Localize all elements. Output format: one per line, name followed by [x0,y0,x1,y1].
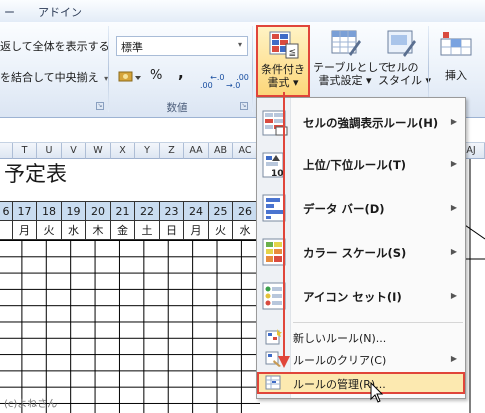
column-header[interactable]: V [62,143,86,159]
weekday-cell[interactable]: 火 [37,221,62,240]
weekday-cell[interactable]: 水 [62,221,86,240]
format-as-table-button[interactable]: テーブルとして 書式設定 ▾ [313,25,390,97]
format-as-table-icon [331,30,361,56]
tab-partial[interactable]: ー [4,4,15,20]
watermark: (c)よねさん [4,399,58,410]
shrink-to-fit-label: 返して全体を表示する [0,40,110,53]
increase-decimal-label: ←.0 .00 [200,73,225,90]
weekday-cell[interactable]: 木 [86,221,111,240]
group-separator [252,26,253,112]
manage-rules-icon [265,375,281,390]
menu-item-label: セルの強調表示ルール(H) [303,116,439,130]
day-number-cell[interactable]: 6 [0,202,13,221]
shrink-to-fit-button[interactable]: 返して全体を表示する [0,38,110,54]
conditional-formatting-label: 条件付き 書式 ▾ [261,63,305,89]
insert-label: 挿入 [445,69,467,82]
column-header[interactable]: Y [135,143,160,159]
currency-icon [118,71,141,82]
merge-center-label: を結合して中央揃え [0,71,99,84]
menu-item-label: ルールのクリア(C) [293,354,387,367]
percent-label: % [150,68,163,83]
column-header[interactable]: U [37,143,62,159]
menu-item-label: 上位/下位ルール(T) [303,158,407,172]
chevron-right-icon: ▶ [450,291,457,300]
day-number-cell[interactable]: 23 [160,202,184,221]
number-format-select[interactable]: 標準 ▾ [116,36,248,56]
chevron-right-icon: ▶ [450,203,457,212]
column-header[interactable]: X [111,143,135,159]
ribbon-tab-bar: ー アドイン [0,0,485,22]
cell-styles-label: セルの スタイル ▾ [378,61,431,87]
weekday-cell[interactable] [0,221,13,240]
comma-button[interactable]: , [178,64,184,82]
column-header[interactable]: AC [233,143,258,159]
currency-format-button[interactable] [117,68,143,86]
weekday-cell[interactable]: 火 [209,221,233,240]
insert-button[interactable]: 挿入 [436,25,476,97]
day-number-cell[interactable]: 19 [62,202,86,221]
schedule-grid[interactable] [0,240,260,413]
weekday-cell[interactable]: 水 [233,221,258,240]
column-header[interactable]: AA [184,143,209,159]
menu-item-label: データ バー(D) [303,202,385,216]
chevron-right-icon: ▶ [450,117,457,126]
weekday-cell[interactable]: 月 [13,221,37,240]
launcher-icon[interactable]: ↘ [96,102,104,110]
column-header[interactable] [0,143,13,159]
comma-label: , [178,64,184,82]
day-number-cell[interactable]: 17 [13,202,37,221]
weekday-cell[interactable]: 日 [160,221,184,240]
decrease-decimal-button[interactable]: .00 →.0 [226,66,249,98]
group-separator [108,26,109,112]
conditional-formatting-button[interactable]: ≦ 条件付き 書式 ▾ [256,25,310,97]
menu-separator [293,322,463,323]
menu-item-label: 新しいルール(N)... [293,332,387,345]
menu-item-manage-rules[interactable]: ルールの管理(R)... [257,372,465,394]
weekday-row: 月 火 水 木 金 土 日 月 火 水 [0,221,260,240]
day-number-cell[interactable]: 26 [233,202,258,221]
day-number-cell[interactable]: 25 [209,202,233,221]
day-number-cell[interactable]: 18 [37,202,62,221]
cell-styles-button[interactable]: セルの スタイル ▾ [378,25,431,97]
format-as-table-label: テーブルとして 書式設定 ▾ [313,61,390,87]
chevron-right-icon: ▶ [450,159,457,168]
day-number-cell[interactable]: 24 [184,202,209,221]
sheet-title: 予定表 [4,162,67,186]
column-header[interactable]: AB [209,143,233,159]
column-header[interactable]: Z [160,143,184,159]
day-number-cell[interactable]: 21 [111,202,135,221]
column-header[interactable]: W [86,143,111,159]
decrease-decimal-label: .00 →.0 [226,73,249,90]
menu-item-label: カラー スケール(S) [303,246,407,260]
chevron-down-icon: ▾ [237,40,242,49]
day-number-row: 6 17 18 19 20 21 22 23 24 25 26 [0,201,260,221]
tab-addin[interactable]: アドイン [38,4,82,20]
launcher-icon[interactable]: ↘ [240,102,248,110]
merge-center-button[interactable]: を結合して中央揃え ▾ [0,69,108,85]
weekday-cell[interactable]: 金 [111,221,135,240]
chevron-right-icon: ▶ [450,247,457,256]
weekday-cell[interactable]: 土 [135,221,160,240]
menu-item-label: アイコン セット(I) [303,290,402,304]
cell-styles-icon [387,30,416,57]
column-header[interactable]: T [13,143,37,159]
percent-button[interactable]: % [150,68,162,83]
day-number-cell[interactable]: 22 [135,202,160,221]
increase-decimal-button[interactable]: ←.0 .00 [200,66,225,98]
chevron-right-icon: ▶ [450,354,457,363]
number-format-value: 標準 [121,41,143,54]
insert-cells-icon [440,32,472,56]
day-number-cell[interactable]: 20 [86,202,111,221]
svg-text:≦: ≦ [289,48,297,58]
annotation-arrow [278,92,290,368]
conditional-formatting-icon: ≦ [269,31,299,59]
number-group-label: 数値 [166,102,188,114]
weekday-cell[interactable]: 月 [184,221,209,240]
mouse-cursor-icon [370,382,384,403]
